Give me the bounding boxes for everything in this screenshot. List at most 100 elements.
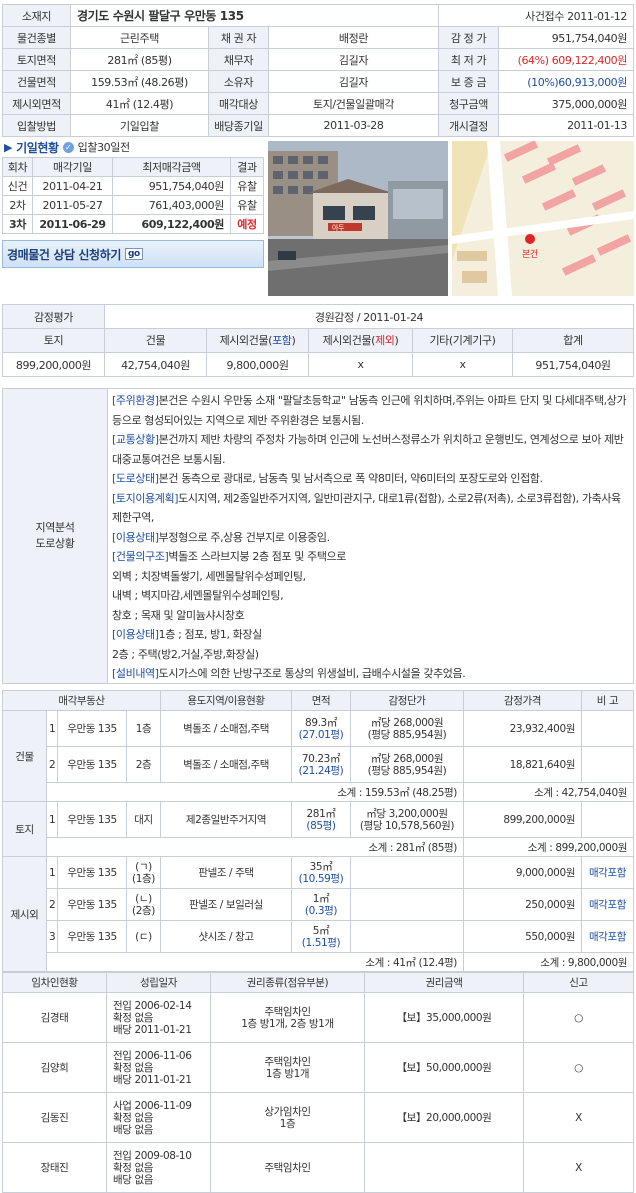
tenant-date-line: 배당 2011-01-21 [113, 1073, 192, 1086]
summary-label: 개시결정 [438, 114, 500, 137]
property-use: 제2종일반주거지역 [160, 801, 292, 838]
tenant-header-cell: 신고 [523, 972, 634, 993]
property-floor: (ㄱ) (1층) [126, 856, 161, 889]
appraisal-value: 899,200,000원 [2, 352, 105, 377]
summary-value: (10%)60,913,000원 [498, 70, 634, 93]
analysis-text: 본건 동측으로 광대로, 남동측 및 남서측으로 폭 약8미터, 약6미터의 포… [158, 472, 543, 485]
property-area-line: (0.3평) [304, 904, 338, 917]
property-note [581, 710, 634, 747]
property-floor-line: (1층) [132, 872, 155, 885]
property-subtotal-price: 소계 : 42,754,040원 [463, 782, 634, 802]
history-table: 회차 매각기일 최저매각금액 결과 신건 2011-04-21 951,754,040원 유… [2, 157, 264, 234]
summary-value: 951,754,040원 [498, 26, 634, 49]
property-use: 샷시조 / 창고 [160, 920, 292, 953]
analysis-text: 내벽 ; 벽지마감,세멘몰탈위수성페인팅, [112, 589, 284, 602]
property-group-label: 제시외 [2, 856, 47, 972]
property-addr: 우만동 135 [57, 710, 127, 747]
property-floor: (ㄴ) (2층) [126, 888, 161, 921]
tenant-dates: 전입 2009-08-10 확정 없음 배당 없음 [106, 1142, 211, 1193]
analysis-text: 도시지역, 제2종일반주거지역, 일반미관지구, 대로1류(접함), 소로2류(… [112, 491, 621, 525]
analysis-text: 벽돌조 스라브지붕 2층 점포 및 주택으로 [168, 550, 346, 563]
consult-button[interactable]: 경매물건 상담 신청하기 go [2, 240, 264, 268]
property-price: 23,932,400원 [463, 710, 582, 747]
dday-label: 입찰30일전 [77, 141, 130, 154]
tenant-date-line: 배당 2011-01-21 [113, 1023, 192, 1036]
summary-label: 건물면적 [2, 70, 71, 93]
tenant-row: 장태진 전입 2009-08-10 확정 없음 배당 없음 주택임차인 X [2, 1142, 634, 1193]
property-header-cell: 비 고 [581, 690, 634, 711]
summary-label: 배당종기일 [208, 114, 269, 137]
property-group-label: 건물 [2, 710, 47, 802]
analysis-tag: [주위환경] [112, 394, 159, 407]
property-floor: 대지 [126, 801, 161, 838]
tenant-date-line: 전입 2006-02-14 [113, 999, 192, 1012]
analysis-item: [도로상태]본건 동측으로 광대로, 남동측 및 남서측으로 폭 약8미터, 약… [112, 469, 629, 489]
property-header-cell: 감정단가 [350, 690, 464, 711]
analysis-label-2: 도로상황 [35, 537, 75, 550]
tenant-right-type: 주택임차인 [264, 1005, 311, 1018]
tenant-name: 김경태 [2, 992, 107, 1043]
property-floor-line: (ㄴ) [135, 892, 152, 905]
property-unit-line: (평당 885,954원) [367, 728, 447, 741]
appraisal-value: 9,800,000원 [206, 352, 309, 377]
tab-history[interactable]: 기일현황 [16, 139, 59, 156]
analysis-text: 본건까지 제반 차량의 주정차 가능하며 인근에 노선버스정류소가 위치하고 운… [112, 433, 624, 466]
history-cell: 2011-05-27 [32, 195, 113, 215]
tenant-date-line: 배당 없음 [113, 1123, 153, 1136]
summary-label: 최 저 가 [438, 48, 500, 71]
summary-value: 배정란 [267, 26, 440, 49]
summary-value: 토지/건물일괄매각 [267, 92, 440, 115]
tenant-dates: 사업 2006-11-09 확정 없음 배당 없음 [106, 1092, 211, 1143]
analysis-item: 외벽 ; 치장벽돌쌓기, 세멘몰탈위수성페인팅, [112, 567, 629, 587]
property-unit-line: (평당 10,578,560원) [359, 819, 455, 832]
tenant-row: 김경태 전입 2006-02-14 확정 없음 배당 2011-01-21 주택임차인 1… [2, 992, 634, 1043]
property-area-line: (27.01평) [298, 728, 344, 741]
property-unit: ㎡당 268,000원 (평당 885,954원) [350, 710, 464, 747]
tenant-right-part: 1층 방1개, 2층 방1개 [241, 1017, 334, 1030]
tenant-date-line: 확정 없음 [113, 1111, 153, 1124]
analysis-label-1: 지역분석 [35, 521, 75, 534]
tenant-date-line: 확정 없음 [113, 1011, 153, 1024]
tenant-right-part: 1층 방1개 [265, 1067, 310, 1080]
tenant-header-cell: 권리종류(점유부분) [210, 972, 365, 993]
location-map[interactable]: 본건 [452, 141, 634, 296]
tenant-right-type: 주택임차인 [264, 1055, 311, 1068]
analysis-item: 내벽 ; 벽지마감,세멘몰탈위수성페인팅, [112, 586, 629, 606]
tenant-report: ○ [523, 1042, 634, 1093]
property-floor-line: (2층) [132, 904, 155, 917]
property-group-label: 토지 [2, 801, 47, 857]
history-row: 2차 2011-05-27 761,403,000원 유찰 [2, 195, 264, 215]
summary-value: 김길자 [267, 70, 440, 93]
property-addr: 우만동 135 [57, 746, 127, 783]
property-no: 3 [46, 920, 58, 953]
property-no: 1 [46, 856, 58, 889]
case-receipt: 사건접수 2011-01-12 [438, 4, 634, 27]
summary-label: 물건종별 [2, 26, 71, 49]
property-unit-line: ㎡당 3,200,000원 [366, 807, 448, 820]
property-area: 89.3㎡ (27.01평) [291, 710, 351, 747]
summary-row: 토지면적 281㎡ (85평) 채무자 김길자 최 저 가 (64%) 609,122,4… [2, 48, 634, 71]
property-addr: 우만동 135 [57, 920, 127, 953]
property-subtotal-area: 소계 : 281㎡ (85평) [46, 837, 464, 857]
analysis-item: 2층 ; 주택(방2,거실,주방,화장실) [112, 645, 629, 665]
property-unit [350, 856, 464, 889]
history-cell: 신건 [2, 176, 33, 196]
summary-value: 근린주택 [70, 26, 209, 49]
summary-label: 보 증 금 [438, 70, 500, 93]
property-photo[interactable]: 아두 [268, 141, 448, 296]
property-unit-line: (평당 885,954원) [367, 764, 447, 777]
property-area-line: 35㎡ [309, 860, 333, 873]
analysis-item: [이용상태]부정형으로 주,상용 건부지로 이용중임. [112, 528, 629, 548]
appraisal-header-cell: 기타(기계기구) [412, 328, 513, 353]
appraisal-title-row: 감정평가 경원감정 / 2011-01-24 [2, 304, 634, 329]
property-addr: 우만동 135 [57, 888, 127, 921]
tenant-report: X [523, 1142, 634, 1193]
property-note: 매각포함 [581, 856, 634, 889]
history-header: 회차 매각기일 최저매각금액 결과 [2, 157, 264, 177]
address-label: 소재지 [2, 4, 71, 27]
summary-label: 청구금액 [438, 92, 500, 115]
summary-row: 건물면적 159.53㎡ (48.26평) 소유자 김길자 보 증 금 (10%)60,9… [2, 70, 634, 93]
property-subtotal-row: 소계 : 159.53㎡ (48.25평) 소계 : 42,754,040원 [3, 782, 634, 802]
tenant-name: 장태진 [2, 1142, 107, 1193]
summary-value: 2011-01-13 [498, 114, 634, 137]
